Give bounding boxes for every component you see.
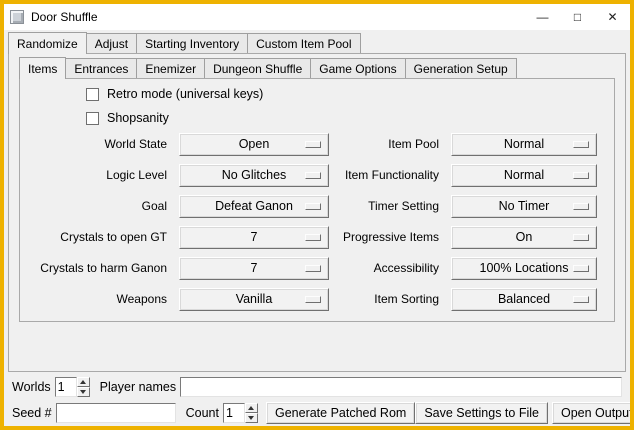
worlds-spinner (55, 377, 90, 397)
seed-input[interactable] (56, 403, 176, 423)
worlds-row: Worlds Player names (12, 376, 622, 398)
randomize-pane: Items Entrances Enemizer Dungeon Shuffle… (8, 53, 626, 372)
menu-indicator-icon (305, 265, 321, 272)
worlds-label: Worlds (12, 380, 51, 394)
menu-indicator-icon (305, 234, 321, 241)
settings-grid: World State Open Item Pool Normal Logic … (21, 133, 597, 311)
tab-adjust[interactable]: Adjust (86, 33, 137, 53)
item-pool-label: Item Pool (335, 133, 445, 156)
tab-game-options[interactable]: Game Options (310, 58, 405, 78)
close-button[interactable]: ✕ (595, 4, 630, 30)
app-icon[interactable] (10, 10, 24, 24)
progressive-items-label: Progressive Items (335, 226, 445, 249)
count-input[interactable] (223, 403, 245, 423)
weapons-dropdown[interactable]: Vanilla (179, 288, 329, 311)
generate-row: Seed # Count Generate Patched Rom Save S… (12, 402, 622, 424)
crystals-harm-ganon-dropdown[interactable]: 7 (179, 257, 329, 280)
worlds-spin-up-icon[interactable] (77, 377, 90, 387)
goal-label: Goal (21, 195, 173, 218)
tab-randomize[interactable]: Randomize (8, 32, 87, 54)
generate-patched-rom-button[interactable]: Generate Patched Rom (266, 402, 415, 424)
menu-indicator-icon (573, 172, 589, 179)
progressive-items-dropdown[interactable]: On (451, 226, 597, 249)
inner-tab-bar: Items Entrances Enemizer Dungeon Shuffle… (19, 57, 516, 78)
retro-mode-checkbox[interactable]: Retro mode (universal keys) (86, 86, 263, 102)
menu-indicator-icon (305, 296, 321, 303)
menu-indicator-icon (573, 234, 589, 241)
crystals-open-gt-dropdown[interactable]: 7 (179, 226, 329, 249)
save-settings-button[interactable]: Save Settings to File (415, 402, 548, 424)
menu-indicator-icon (573, 141, 589, 148)
shopsanity-checkbox[interactable]: Shopsanity (86, 110, 169, 126)
count-spin-up-icon[interactable] (245, 403, 258, 413)
outer-tab-bar: Randomize Adjust Starting Inventory Cust… (8, 32, 360, 53)
world-state-label: World State (21, 133, 173, 156)
maximize-button[interactable]: □ (560, 4, 595, 30)
checkbox-box-icon (86, 112, 99, 125)
goal-dropdown[interactable]: Defeat Ganon (179, 195, 329, 218)
minimize-button[interactable]: — (525, 4, 560, 30)
accessibility-dropdown[interactable]: 100% Locations (451, 257, 597, 280)
menu-indicator-icon (573, 265, 589, 272)
timer-setting-dropdown[interactable]: No Timer (451, 195, 597, 218)
logic-level-label: Logic Level (21, 164, 173, 187)
item-sorting-label: Item Sorting (335, 288, 445, 311)
count-label: Count (186, 406, 219, 420)
tab-generation-setup[interactable]: Generation Setup (405, 58, 517, 78)
crystals-harm-ganon-label: Crystals to harm Ganon (21, 257, 173, 280)
weapons-label: Weapons (21, 288, 173, 311)
door-shuffle-window: Door Shuffle — □ ✕ Randomize Adjust Star… (0, 0, 634, 430)
tab-custom-item-pool[interactable]: Custom Item Pool (247, 33, 360, 53)
worlds-spin-down-icon[interactable] (77, 387, 90, 397)
menu-indicator-icon (305, 203, 321, 210)
item-pool-dropdown[interactable]: Normal (451, 133, 597, 156)
world-state-dropdown[interactable]: Open (179, 133, 329, 156)
tab-enemizer[interactable]: Enemizer (136, 58, 205, 78)
timer-setting-label: Timer Setting (335, 195, 445, 218)
window-title: Door Shuffle (31, 10, 98, 24)
item-sorting-dropdown[interactable]: Balanced (451, 288, 597, 311)
player-names-input[interactable] (180, 377, 622, 397)
open-output-directory-button[interactable]: Open Output Directory (552, 402, 634, 424)
menu-indicator-icon (573, 296, 589, 303)
checkbox-box-icon (86, 88, 99, 101)
titlebar: Door Shuffle — □ ✕ (4, 4, 630, 30)
menu-indicator-icon (573, 203, 589, 210)
item-functionality-label: Item Functionality (335, 164, 445, 187)
menu-indicator-icon (305, 172, 321, 179)
window-content: Randomize Adjust Starting Inventory Cust… (4, 30, 630, 426)
tab-dungeon-shuffle[interactable]: Dungeon Shuffle (204, 58, 311, 78)
tab-items[interactable]: Items (19, 57, 66, 79)
count-spin-down-icon[interactable] (245, 413, 258, 423)
accessibility-label: Accessibility (335, 257, 445, 280)
items-pane: Retro mode (universal keys) Shopsanity W… (19, 78, 615, 322)
item-functionality-dropdown[interactable]: Normal (451, 164, 597, 187)
menu-indicator-icon (305, 141, 321, 148)
tab-entrances[interactable]: Entrances (65, 58, 137, 78)
retro-mode-label: Retro mode (universal keys) (107, 87, 263, 101)
count-spinner (223, 403, 258, 423)
shopsanity-label: Shopsanity (107, 111, 169, 125)
logic-level-dropdown[interactable]: No Glitches (179, 164, 329, 187)
worlds-input[interactable] (55, 377, 77, 397)
crystals-open-gt-label: Crystals to open GT (21, 226, 173, 249)
seed-label: Seed # (12, 406, 52, 420)
player-names-label: Player names (100, 380, 176, 394)
window-controls: — □ ✕ (525, 4, 630, 30)
tab-starting-inventory[interactable]: Starting Inventory (136, 33, 248, 53)
